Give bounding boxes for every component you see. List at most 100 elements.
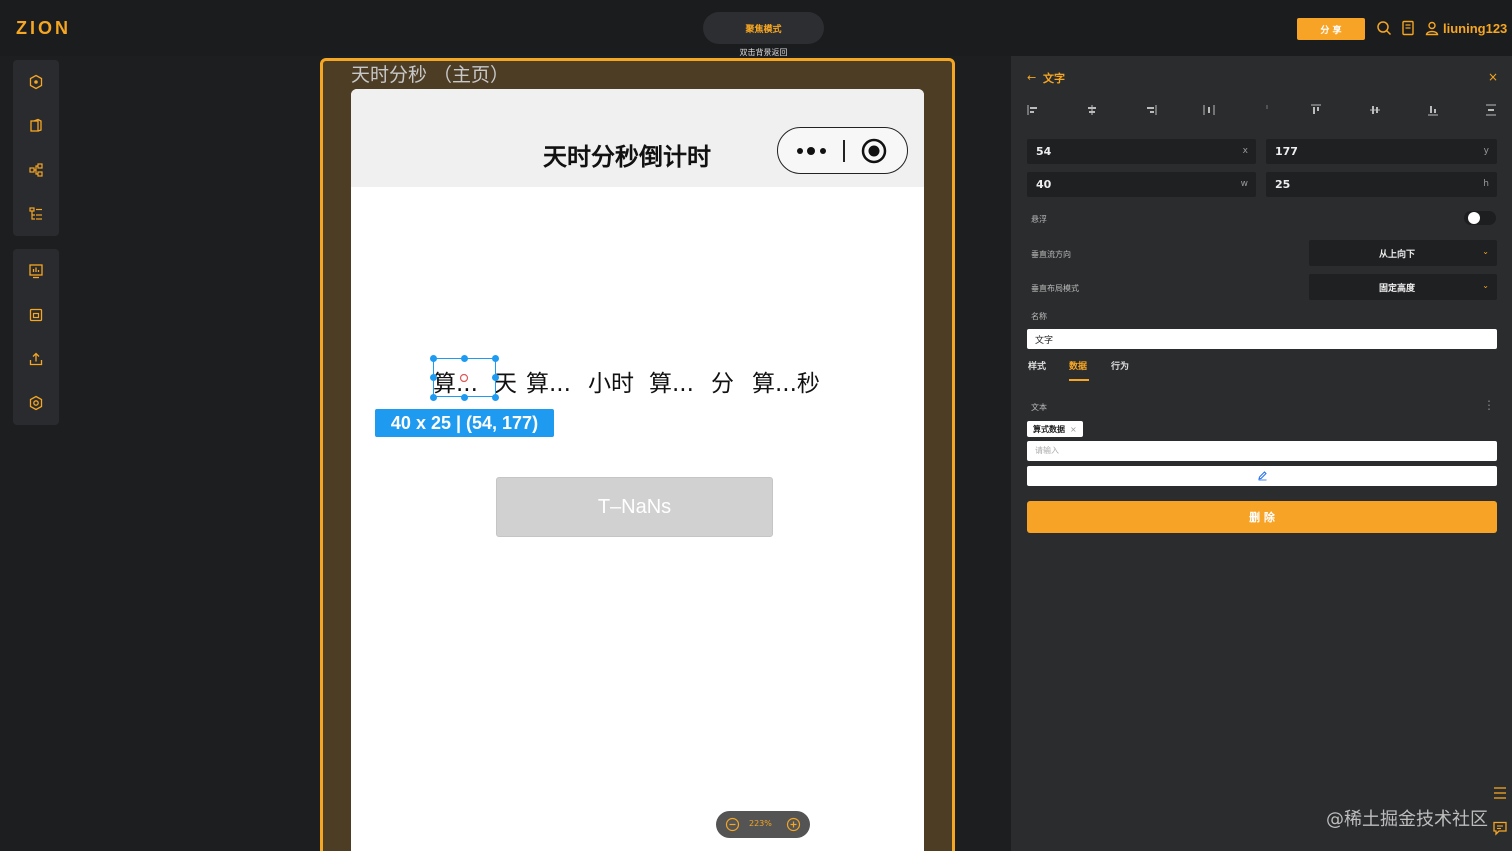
comment-icon[interactable] [1492,820,1508,836]
phone-screen[interactable]: 天时分秒倒计时 算... 天 算... 小时 算... 分 算...秒 T–Na… [351,89,924,851]
tree-icon[interactable] [28,206,44,222]
resize-handle[interactable] [430,394,437,401]
countdown-days-value[interactable]: 算... [433,364,478,398]
tool-rail-bottom [13,249,59,425]
chip-label: 算式数据 [1033,424,1065,434]
name-input[interactable]: 文字 [1027,329,1497,349]
focus-hint: 双击背景返回 [739,48,788,57]
search-icon[interactable] [1376,20,1392,36]
w-value[interactable]: 40 [1036,178,1051,191]
component-icon[interactable] [28,74,44,90]
menu-icon[interactable] [1492,785,1508,801]
w-field[interactable]: 40 w [1027,172,1256,197]
resize-handle[interactable] [430,355,437,362]
phone-header: 天时分秒倒计时 [351,89,924,187]
countdown-days-unit[interactable]: 天 [494,364,517,398]
active-tab-indicator [1069,379,1089,381]
anchor-point-icon[interactable] [459,373,469,383]
selection-size-tag: 40 x 25 | (54, 177) [375,409,554,437]
h-value[interactable]: 25 [1275,178,1290,191]
properties-panel: ← 文字 × 54 x 177 y 40 w 25 h 悬浮 垂直流方向 从上向… [1011,56,1512,851]
distribute-h-icon[interactable] [1203,104,1215,116]
focus-mode-button[interactable]: 聚焦模式 [703,12,824,44]
zoom-out-icon[interactable] [725,817,740,832]
distribute-v-icon[interactable] [1485,104,1497,116]
w-unit: w [1240,179,1248,189]
resize-handle[interactable] [430,374,437,381]
close-icon[interactable]: × [1488,70,1498,84]
align-left-icon[interactable] [1027,104,1039,116]
chip-remove-icon[interactable]: × [1070,425,1077,434]
tool-rail-top [13,60,59,236]
countdown-seconds[interactable]: 算...秒 [752,364,820,398]
h-unit: h [1483,179,1489,189]
tab-behavior[interactable]: 行为 [1111,359,1129,372]
edit-formula-button[interactable] [1027,466,1497,486]
x-value[interactable]: 54 [1036,145,1051,158]
tab-data[interactable]: 数据 [1069,359,1087,372]
vlayout-select[interactable]: 固定高度 ⌄ [1309,274,1497,300]
more-icon [797,147,826,155]
zoom-level: 223% [749,819,772,828]
zoom-control: 223% [716,811,810,838]
vlayout-value: 固定高度 [1378,284,1415,294]
username[interactable]: liuning123 [1443,21,1507,36]
document-icon[interactable] [1400,20,1416,36]
vflow-label: 垂直流方向 [1031,250,1071,259]
align-center-h-icon[interactable] [1086,104,1098,116]
mini-program-capsule [777,127,908,174]
align-right-icon[interactable] [1145,104,1157,116]
app-title: 天时分秒倒计时 [543,143,711,171]
resize-handle[interactable] [461,394,468,401]
more-options-icon[interactable]: ⋮ [1483,398,1495,412]
page-title: 天时分秒 （主页） [351,64,510,86]
chevron-down-icon: ⌄ [1482,247,1489,256]
float-label: 悬浮 [1031,215,1047,224]
settings-icon[interactable] [28,395,44,411]
tab-style[interactable]: 样式 [1028,359,1046,372]
float-toggle[interactable] [1464,211,1496,225]
panel-title: 文字 [1043,72,1065,85]
chart-icon[interactable] [28,263,44,279]
top-bar: ZION 聚焦模式 双击背景返回 分 享 liuning123 [0,0,1512,57]
x-unit: x [1242,146,1248,156]
zoom-in-icon[interactable] [786,817,801,832]
countdown-hours-value[interactable]: 算... [526,364,571,398]
resize-handle[interactable] [461,355,468,362]
formula-chip[interactable]: 算式数据 × [1027,421,1083,437]
user-icon[interactable] [1424,20,1440,36]
countdown-hours-unit[interactable]: 小时 [588,364,634,398]
vflow-select[interactable]: 从上向下 ⌄ [1309,240,1497,266]
toggle-knob [1468,212,1480,224]
delete-button[interactable]: 删 除 [1027,501,1497,533]
vlayout-label: 垂直布局模式 [1031,284,1079,293]
resize-handle[interactable] [492,394,499,401]
h-field[interactable]: 25 h [1266,172,1497,197]
start-button[interactable]: T–NaNs [496,477,773,537]
save-icon[interactable] [28,307,44,323]
name-label: 名称 [1031,312,1047,321]
countdown-minutes-unit[interactable]: 分 [711,364,734,398]
y-value[interactable]: 177 [1275,145,1298,158]
back-arrow-icon[interactable]: ← [1027,71,1036,84]
divider-icon [1266,105,1268,109]
text-placeholder: 请输入 [1035,446,1059,455]
y-field[interactable]: 177 y [1266,139,1497,164]
export-icon[interactable] [28,351,44,367]
align-center-v-icon[interactable] [1369,104,1381,116]
pages-icon[interactable] [28,118,44,134]
vflow-value: 从上向下 [1378,250,1415,260]
app-logo[interactable]: ZION [16,18,71,39]
align-bottom-icon[interactable] [1427,104,1439,116]
resize-handle[interactable] [492,374,499,381]
text-input[interactable]: 请输入 [1027,441,1497,461]
resize-handle[interactable] [492,355,499,362]
pencil-icon [1258,471,1267,481]
align-top-icon[interactable] [1310,104,1322,116]
flow-icon[interactable] [28,162,44,178]
watermark: @稀土掘金技术社区 [1326,809,1488,830]
close-target-icon [861,138,887,164]
x-field[interactable]: 54 x [1027,139,1256,164]
share-button[interactable]: 分 享 [1297,18,1365,40]
countdown-minutes-value[interactable]: 算... [649,364,694,398]
